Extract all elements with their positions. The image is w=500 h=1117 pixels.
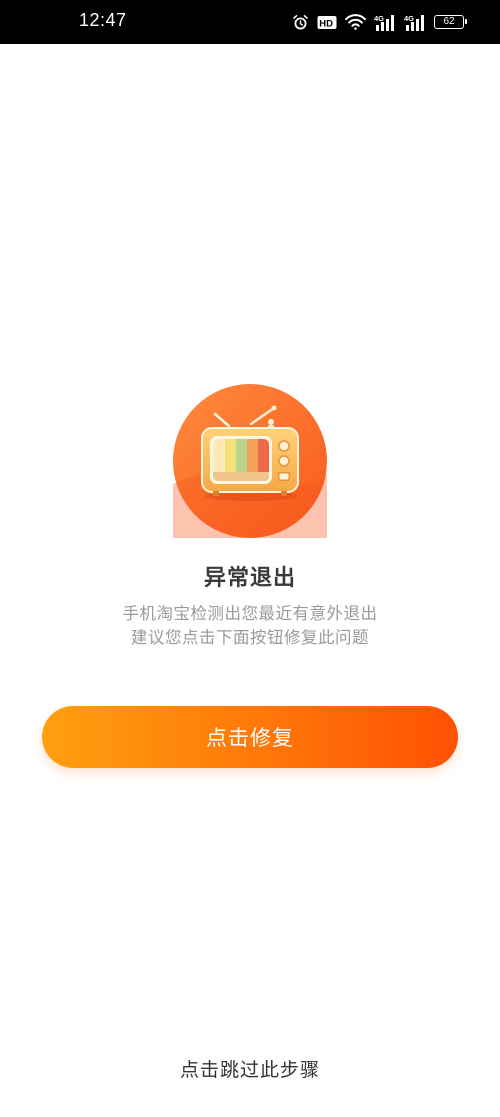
signal-4g-icon: 4G [404, 14, 426, 31]
skip-step-link[interactable]: 点击跳过此步骤 [0, 1055, 500, 1082]
svg-text:4G: 4G [404, 14, 414, 23]
battery-icon: 62 [434, 15, 467, 29]
status-icons: HD 4G 4G 62 [292, 12, 467, 32]
description-line-1: 手机淘宝检测出您最近有意外退出 [122, 604, 378, 623]
repair-button[interactable]: 点击修复 [42, 706, 458, 768]
svg-text:4G: 4G [374, 14, 384, 23]
status-time: 12:47 [79, 10, 127, 30]
alarm-icon [292, 14, 309, 31]
svg-text:HD: HD [319, 18, 333, 29]
battery-level: 62 [443, 16, 455, 27]
description-line-2: 建议您点击下面按钮修复此问题 [131, 628, 369, 647]
page-title: 异常退出 [203, 566, 296, 591]
signal-4g-icon: 4G [374, 14, 396, 31]
status-bar: 12:47 HD 4G 4G 62 [0, 0, 500, 44]
app-screen: 12:47 HD 4G 4G 62 异常退出 手机淘宝检测出您最近有意外退出 建… [0, 0, 500, 1117]
tv-illustration [173, 384, 327, 538]
wifi-icon [345, 14, 366, 30]
hd-icon: HD [317, 15, 337, 30]
